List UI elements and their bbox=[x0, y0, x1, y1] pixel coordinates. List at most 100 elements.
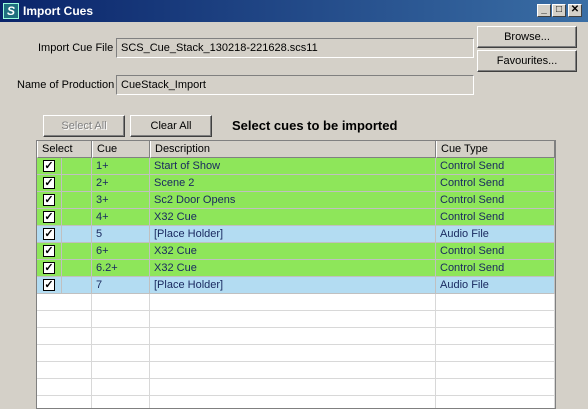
empty-cell bbox=[150, 362, 436, 379]
cue-cell: 1+ bbox=[92, 158, 150, 175]
description-cell: Start of Show bbox=[150, 158, 436, 175]
select-cell: ✓ bbox=[37, 226, 62, 243]
description-cell: Scene 2 bbox=[150, 175, 436, 192]
description-cell: X32 Cue bbox=[150, 209, 436, 226]
empty-cell bbox=[436, 362, 555, 379]
select-cell-pad bbox=[62, 226, 92, 243]
select-cell: ✓ bbox=[37, 243, 62, 260]
empty-cell bbox=[436, 311, 555, 328]
cue-cell: 3+ bbox=[92, 192, 150, 209]
cue-grid[interactable]: Select Cue Description Cue Type ✓ 1+ Start… bbox=[36, 140, 556, 409]
table-row[interactable]: ✓ 3+ Sc2 Door Opens Control Send bbox=[37, 192, 555, 209]
description-cell: [Place Holder] bbox=[150, 226, 436, 243]
table-row[interactable]: ✓ 6+ X32 Cue Control Send bbox=[37, 243, 555, 260]
row-checkbox[interactable]: ✓ bbox=[43, 160, 55, 172]
minimize-button[interactable]: _ bbox=[537, 4, 551, 17]
window-title: Import Cues bbox=[23, 4, 94, 18]
empty-cell bbox=[37, 379, 92, 396]
cue-type-cell: Control Send bbox=[436, 158, 555, 175]
select-cell: ✓ bbox=[37, 277, 62, 294]
production-name-label: Name of Production bbox=[17, 79, 115, 91]
column-header-description[interactable]: Description bbox=[150, 141, 436, 158]
table-row[interactable]: ✓ 5 [Place Holder] Audio File bbox=[37, 226, 555, 243]
favourites-button[interactable]: Favourites... bbox=[477, 50, 577, 72]
empty-cell bbox=[37, 362, 92, 379]
grid-header: Select Cue Description Cue Type bbox=[37, 141, 555, 158]
empty-cell bbox=[436, 328, 555, 345]
cue-cell: 6+ bbox=[92, 243, 150, 260]
row-checkbox[interactable]: ✓ bbox=[43, 262, 55, 274]
description-cell: X32 Cue bbox=[150, 243, 436, 260]
empty-cell bbox=[92, 345, 150, 362]
select-cell-pad bbox=[62, 175, 92, 192]
empty-cell bbox=[92, 379, 150, 396]
maximize-button[interactable]: □ bbox=[552, 4, 566, 17]
table-row[interactable]: ✓ 4+ X32 Cue Control Send bbox=[37, 209, 555, 226]
import-file-label: Import Cue File bbox=[38, 42, 114, 54]
close-button[interactable]: ✕ bbox=[568, 4, 582, 17]
select-cell-pad bbox=[62, 209, 92, 226]
empty-cell bbox=[92, 328, 150, 345]
row-checkbox[interactable]: ✓ bbox=[43, 211, 55, 223]
column-header-select[interactable]: Select bbox=[37, 141, 92, 158]
production-name-field[interactable]: CueStack_Import bbox=[116, 75, 474, 95]
cue-type-cell: Control Send bbox=[436, 243, 555, 260]
table-row[interactable]: ✓ 6.2+ X32 Cue Control Send bbox=[37, 260, 555, 277]
empty-cell bbox=[37, 294, 92, 311]
select-cell-pad bbox=[62, 158, 92, 175]
select-cell: ✓ bbox=[37, 158, 62, 175]
right-panel bbox=[556, 140, 588, 409]
select-cell-pad bbox=[62, 243, 92, 260]
clear-all-button[interactable]: Clear All bbox=[130, 115, 212, 137]
select-cell: ✓ bbox=[37, 209, 62, 226]
empty-row bbox=[37, 396, 555, 408]
description-cell: X32 Cue bbox=[150, 260, 436, 277]
browse-button[interactable]: Browse... bbox=[477, 26, 577, 48]
table-row[interactable]: ✓ 7 [Place Holder] Audio File bbox=[37, 277, 555, 294]
title-bar[interactable]: S Import Cues _ □ ✕ bbox=[0, 0, 588, 22]
cue-type-cell: Control Send bbox=[436, 192, 555, 209]
cue-cell: 5 bbox=[92, 226, 150, 243]
empty-cell bbox=[436, 345, 555, 362]
empty-cell bbox=[92, 396, 150, 408]
row-checkbox[interactable]: ✓ bbox=[43, 245, 55, 257]
empty-cell bbox=[150, 311, 436, 328]
table-row[interactable]: ✓ 2+ Scene 2 Control Send bbox=[37, 175, 555, 192]
empty-cell bbox=[37, 311, 92, 328]
table-row[interactable]: ✓ 1+ Start of Show Control Send bbox=[37, 158, 555, 175]
row-checkbox[interactable]: ✓ bbox=[43, 279, 55, 291]
cue-cell: 7 bbox=[92, 277, 150, 294]
row-checkbox[interactable]: ✓ bbox=[43, 177, 55, 189]
empty-cell bbox=[92, 311, 150, 328]
empty-cell bbox=[150, 396, 436, 408]
empty-cell bbox=[436, 379, 555, 396]
app-icon: S bbox=[3, 3, 19, 19]
empty-row bbox=[37, 345, 555, 362]
empty-cell bbox=[92, 362, 150, 379]
empty-cell bbox=[92, 294, 150, 311]
select-cell: ✓ bbox=[37, 192, 62, 209]
empty-cell bbox=[150, 379, 436, 396]
empty-row bbox=[37, 294, 555, 311]
empty-cell bbox=[37, 396, 92, 408]
empty-cell bbox=[150, 294, 436, 311]
cue-type-cell: Control Send bbox=[436, 209, 555, 226]
empty-cell bbox=[37, 328, 92, 345]
empty-cell bbox=[436, 396, 555, 408]
import-file-field[interactable]: SCS_Cue_Stack_130218-221628.scs11 bbox=[116, 38, 474, 58]
description-cell: [Place Holder] bbox=[150, 277, 436, 294]
cue-type-cell: Control Send bbox=[436, 260, 555, 277]
column-header-cue-type[interactable]: Cue Type bbox=[436, 141, 555, 158]
row-checkbox[interactable]: ✓ bbox=[43, 194, 55, 206]
column-header-cue[interactable]: Cue bbox=[92, 141, 150, 158]
empty-row bbox=[37, 362, 555, 379]
select-cell: ✓ bbox=[37, 260, 62, 277]
select-all-button[interactable]: Select All bbox=[43, 115, 125, 137]
cue-type-cell: Audio File bbox=[436, 277, 555, 294]
select-cues-heading: Select cues to be imported bbox=[232, 118, 398, 133]
empty-row bbox=[37, 328, 555, 345]
empty-row bbox=[37, 379, 555, 396]
select-cell-pad bbox=[62, 192, 92, 209]
empty-cell bbox=[150, 328, 436, 345]
row-checkbox[interactable]: ✓ bbox=[43, 228, 55, 240]
